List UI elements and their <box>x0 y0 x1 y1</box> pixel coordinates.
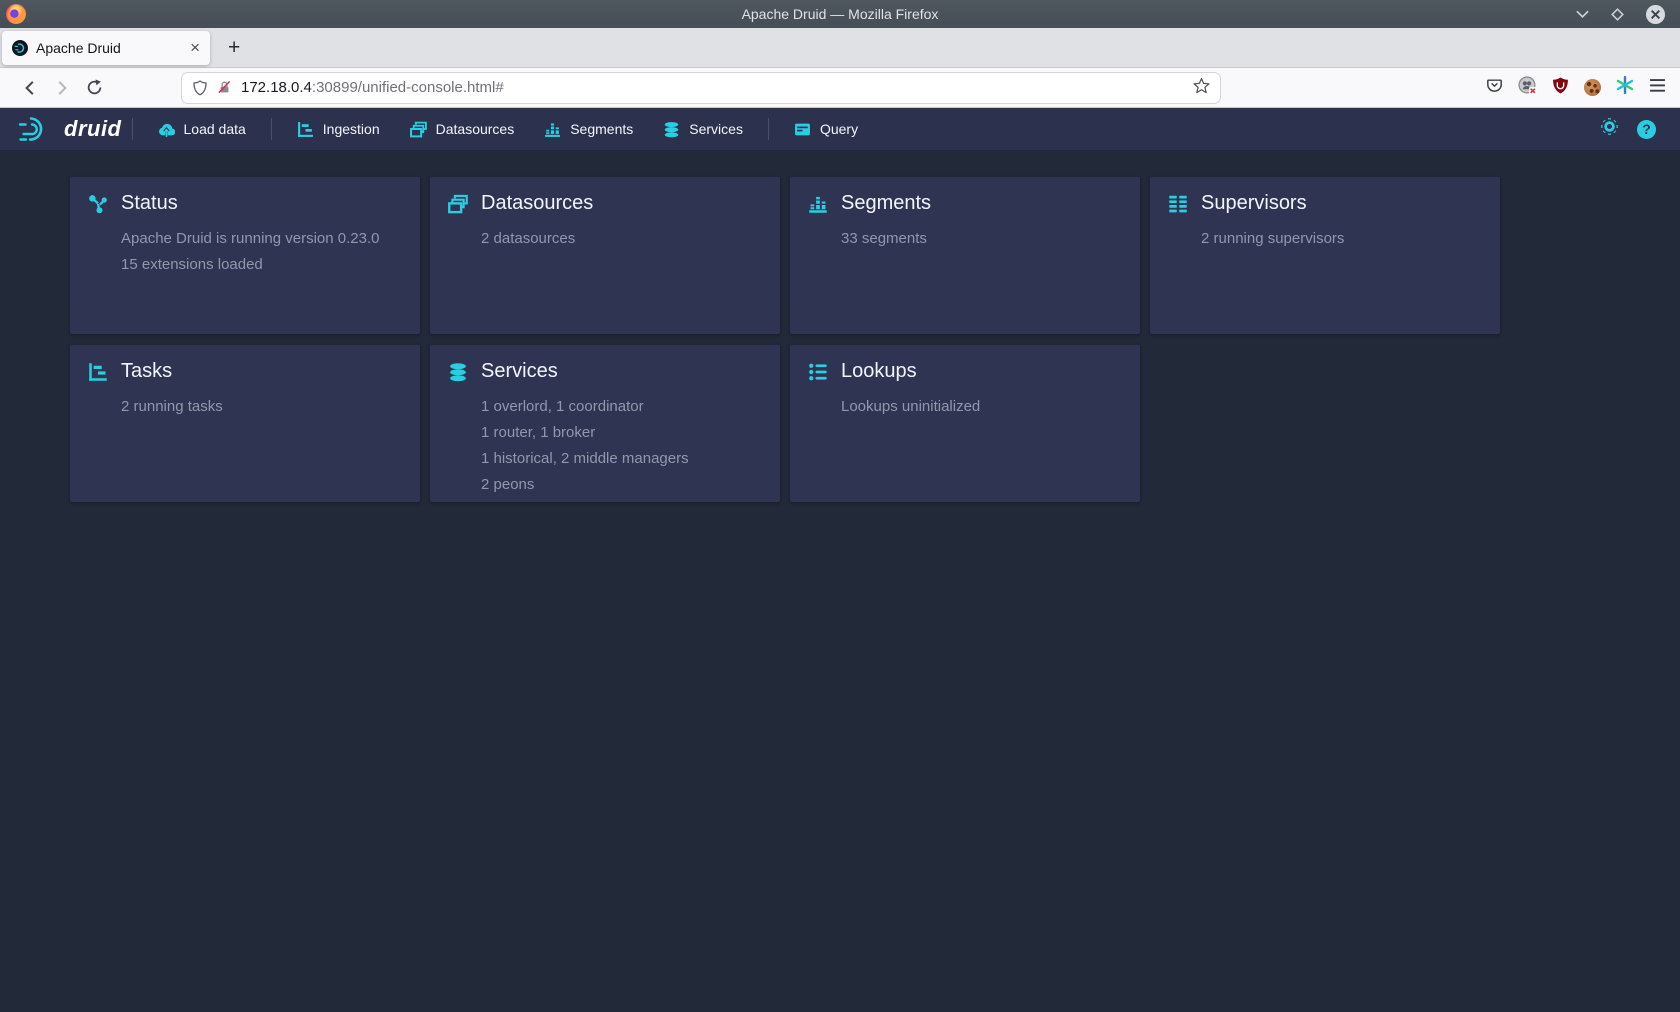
nav-item-datasources[interactable]: Datasources <box>395 108 530 150</box>
druid-navbar: druid Load data Ingestion Datasources <box>0 108 1680 150</box>
tab-title: Apache Druid <box>36 40 182 56</box>
pocket-icon[interactable] <box>1486 77 1503 99</box>
card-detail-line: 2 running supervisors <box>1201 226 1480 252</box>
nav-label: Load data <box>184 121 246 137</box>
nav-item-query[interactable]: Query <box>779 108 873 150</box>
card-detail-line: 2 running tasks <box>121 394 400 420</box>
nav-label: Query <box>820 121 858 137</box>
tab-close-icon[interactable]: × <box>190 39 200 56</box>
window-minimize-button[interactable] <box>1575 8 1590 20</box>
cloud-upload-icon <box>158 121 175 138</box>
window-close-button[interactable] <box>1645 4 1666 25</box>
window-maximize-button[interactable] <box>1610 7 1625 22</box>
forward-button[interactable] <box>46 73 78 103</box>
stacked-chart-icon <box>808 194 828 214</box>
nav-separator <box>271 118 272 140</box>
druid-favicon <box>12 40 28 56</box>
status-card[interactable]: Status Apache Druid is running version 0… <box>70 177 420 334</box>
card-detail-line: 1 historical, 2 middle managers <box>481 446 760 472</box>
card-detail-line: Apache Druid is running version 0.23.0 <box>121 226 400 252</box>
properties-icon <box>808 362 828 382</box>
browser-tab-apache-druid[interactable]: Apache Druid × <box>2 31 210 65</box>
tracking-shield-icon[interactable] <box>192 80 208 96</box>
nav-item-segments[interactable]: Segments <box>529 108 648 150</box>
new-tab-button[interactable]: + <box>228 37 240 58</box>
query-console-icon <box>794 121 811 138</box>
card-detail-line: 15 extensions loaded <box>121 252 400 278</box>
database-icon <box>448 362 468 382</box>
card-details: 2 running tasks <box>121 394 400 420</box>
stacked-chart-icon <box>544 121 561 138</box>
ublock-origin-icon[interactable] <box>1552 77 1569 99</box>
list-columns-icon <box>1168 194 1188 214</box>
cookie-icon[interactable] <box>1584 79 1601 96</box>
home-cards-grid: Status Apache Druid is running version 0… <box>0 150 1680 502</box>
card-details: 1 overlord, 1 coordinator1 router, 1 bro… <box>481 394 760 498</box>
nav-label: Ingestion <box>323 121 380 137</box>
reload-button[interactable] <box>78 73 110 103</box>
multi-select-icon <box>410 121 427 138</box>
nav-label: Segments <box>570 121 633 137</box>
nav-label: Datasources <box>436 121 515 137</box>
nav-separator <box>768 118 769 140</box>
extension-blocked-icon[interactable] <box>1518 76 1537 100</box>
supervisors-card[interactable]: Supervisors 2 running supervisors <box>1150 177 1500 334</box>
card-detail-line: 2 datasources <box>481 226 760 252</box>
tasks-card[interactable]: Tasks 2 running tasks <box>70 345 420 502</box>
nav-item-services[interactable]: Services <box>648 108 758 150</box>
url-text[interactable]: 172.18.0.4:30899/unified-console.html# <box>241 79 504 96</box>
card-title: Datasources <box>481 192 593 215</box>
services-card[interactable]: Services 1 overlord, 1 coordinator1 rout… <box>430 345 780 502</box>
card-details: 33 segments <box>841 226 1120 252</box>
tab-strip: Apache Druid × + <box>0 28 1680 68</box>
card-title: Tasks <box>121 360 172 383</box>
nav-item-ingestion[interactable]: Ingestion <box>282 108 395 150</box>
lookups-card[interactable]: Lookups Lookups uninitialized <box>790 345 1140 502</box>
insecure-lock-icon[interactable] <box>217 80 232 95</box>
segments-card[interactable]: Segments 33 segments <box>790 177 1140 334</box>
help-icon[interactable]: ? <box>1637 120 1656 139</box>
card-details: 2 datasources <box>481 226 760 252</box>
card-title: Services <box>481 360 558 383</box>
window-titlebar: Apache Druid — Mozilla Firefox <box>0 0 1680 28</box>
nav-item-load-data[interactable]: Load data <box>143 108 261 150</box>
druid-logo-icon <box>18 115 56 143</box>
bookmark-star-icon[interactable] <box>1193 77 1210 99</box>
card-detail-line: 1 router, 1 broker <box>481 420 760 446</box>
card-details: 2 running supervisors <box>1201 226 1480 252</box>
url-bar[interactable]: 172.18.0.4:30899/unified-console.html# <box>182 73 1220 103</box>
card-details: Apache Druid is running version 0.23.015… <box>121 226 400 278</box>
graph-icon <box>88 194 108 214</box>
card-title: Lookups <box>841 360 917 383</box>
gantt-chart-icon <box>297 121 314 138</box>
druid-brand-text: druid <box>64 116 122 142</box>
druid-logo[interactable]: druid <box>18 115 122 143</box>
back-button[interactable] <box>14 73 46 103</box>
card-detail-line: 1 overlord, 1 coordinator <box>481 394 760 420</box>
menu-hamburger-icon[interactable] <box>1649 78 1666 98</box>
card-title: Status <box>121 192 178 215</box>
nav-separator <box>132 118 133 140</box>
browser-toolbar: 172.18.0.4:30899/unified-console.html# <box>0 68 1680 108</box>
card-detail-line: Lookups uninitialized <box>841 394 1120 420</box>
datasources-card[interactable]: Datasources 2 datasources <box>430 177 780 334</box>
card-details: Lookups uninitialized <box>841 394 1120 420</box>
url-path: :30899/unified-console.html# <box>312 79 504 96</box>
gantt-chart-icon <box>88 362 108 382</box>
asterisk-extension-icon[interactable] <box>1616 76 1634 99</box>
database-icon <box>663 121 680 138</box>
card-title: Segments <box>841 192 931 215</box>
card-title: Supervisors <box>1201 192 1307 215</box>
multi-select-icon <box>448 194 468 214</box>
url-host: 172.18.0.4 <box>241 79 312 96</box>
card-detail-line: 33 segments <box>841 226 1120 252</box>
nav-label: Services <box>689 121 743 137</box>
window-title: Apache Druid — Mozilla Firefox <box>0 6 1680 22</box>
card-detail-line: 2 peons <box>481 472 760 498</box>
console-home-view: Status Apache Druid is running version 0… <box>0 150 1680 1012</box>
settings-gear-icon[interactable] <box>1600 117 1619 141</box>
